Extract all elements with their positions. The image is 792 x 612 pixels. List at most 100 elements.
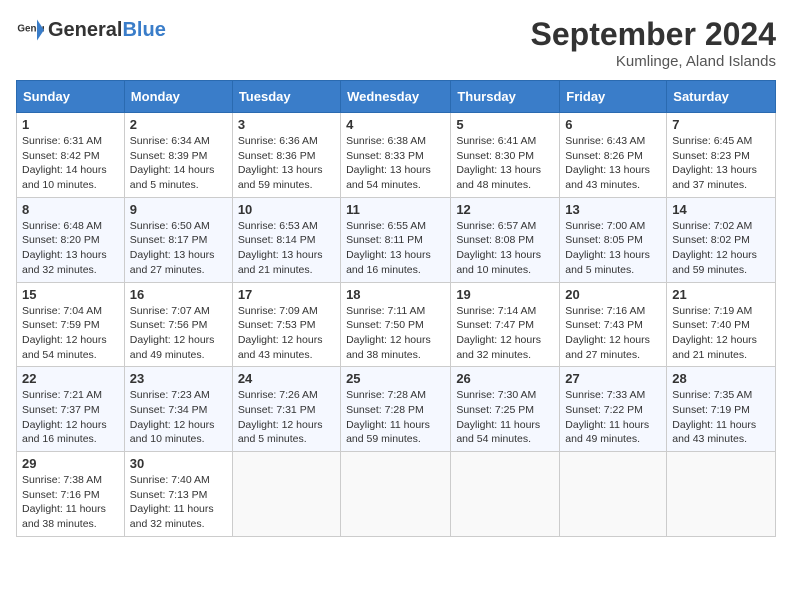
calendar-cell: 26 Sunrise: 7:30 AMSunset: 7:25 PMDayligh…: [451, 367, 560, 452]
day-number: 6: [565, 117, 661, 132]
calendar-cell: [667, 452, 776, 537]
page-header: General GeneralBlue September 2024 Kumli…: [16, 16, 776, 70]
day-info: Sunrise: 6:36 AMSunset: 8:36 PMDaylight:…: [238, 134, 335, 193]
day-number: 19: [456, 287, 554, 302]
day-number: 21: [672, 287, 770, 302]
calendar-cell: 19 Sunrise: 7:14 AMSunset: 7:47 PMDayligh…: [451, 282, 560, 367]
column-header-saturday: Saturday: [667, 81, 776, 113]
day-info: Sunrise: 6:34 AMSunset: 8:39 PMDaylight:…: [130, 134, 227, 193]
day-number: 13: [565, 202, 661, 217]
day-info: Sunrise: 7:07 AMSunset: 7:56 PMDaylight:…: [130, 304, 227, 363]
calendar-cell: 27 Sunrise: 7:33 AMSunset: 7:22 PMDayligh…: [560, 367, 667, 452]
calendar-cell: [341, 452, 451, 537]
day-info: Sunrise: 6:48 AMSunset: 8:20 PMDaylight:…: [22, 219, 119, 278]
day-info: Sunrise: 6:41 AMSunset: 8:30 PMDaylight:…: [456, 134, 554, 193]
day-info: Sunrise: 7:33 AMSunset: 7:22 PMDaylight:…: [565, 388, 661, 447]
day-number: 20: [565, 287, 661, 302]
calendar-cell: 18 Sunrise: 7:11 AMSunset: 7:50 PMDayligh…: [341, 282, 451, 367]
calendar-cell: 15Sunrise: 7:04 AMSunset: 7:59 PMDayligh…: [17, 282, 125, 367]
logo-blue-text: Blue: [122, 19, 165, 41]
calendar-cell: 25 Sunrise: 7:28 AMSunset: 7:28 PMDayligh…: [341, 367, 451, 452]
calendar-cell: 22 Sunrise: 7:21 AMSunset: 7:37 PMDayligh…: [17, 367, 125, 452]
day-number: 25: [346, 371, 445, 386]
day-info: Sunrise: 6:55 AMSunset: 8:11 PMDaylight:…: [346, 219, 445, 278]
calendar-cell: 4Sunrise: 6:38 AMSunset: 8:33 PMDaylight…: [341, 113, 451, 198]
day-info: Sunrise: 7:02 AMSunset: 8:02 PMDaylight:…: [672, 219, 770, 278]
logo-general-text: General: [48, 19, 122, 41]
logo: General GeneralBlue: [16, 16, 166, 44]
day-info: Sunrise: 7:26 AMSunset: 7:31 PMDaylight:…: [238, 388, 335, 447]
day-number: 10: [238, 202, 335, 217]
day-number: 23: [130, 371, 227, 386]
day-number: 28: [672, 371, 770, 386]
column-header-friday: Friday: [560, 81, 667, 113]
day-number: 26: [456, 371, 554, 386]
day-number: 9: [130, 202, 227, 217]
day-number: 3: [238, 117, 335, 132]
day-info: Sunrise: 7:09 AMSunset: 7:53 PMDaylight:…: [238, 304, 335, 363]
day-info: Sunrise: 7:11 AMSunset: 7:50 PMDaylight:…: [346, 304, 445, 363]
day-number: 5: [456, 117, 554, 132]
calendar-cell: [451, 452, 560, 537]
calendar-cell: 10 Sunrise: 6:53 AMSunset: 8:14 PMDayligh…: [232, 197, 340, 282]
calendar-cell: 20 Sunrise: 7:16 AMSunset: 7:43 PMDayligh…: [560, 282, 667, 367]
day-number: 2: [130, 117, 227, 132]
calendar-cell: 9 Sunrise: 6:50 AMSunset: 8:17 PMDaylight…: [124, 197, 232, 282]
day-number: 16: [130, 287, 227, 302]
day-info: Sunrise: 7:40 AMSunset: 7:13 PMDaylight:…: [130, 473, 227, 532]
calendar-week-row: 15Sunrise: 7:04 AMSunset: 7:59 PMDayligh…: [17, 282, 776, 367]
title-area: September 2024 Kumlinge, Aland Islands: [531, 16, 776, 70]
day-info: Sunrise: 6:50 AMSunset: 8:17 PMDaylight:…: [130, 219, 227, 278]
calendar-cell: 24 Sunrise: 7:26 AMSunset: 7:31 PMDayligh…: [232, 367, 340, 452]
day-number: 17: [238, 287, 335, 302]
day-info: Sunrise: 7:16 AMSunset: 7:43 PMDaylight:…: [565, 304, 661, 363]
day-number: 29: [22, 456, 119, 471]
day-number: 14: [672, 202, 770, 217]
calendar-cell: 28Sunrise: 7:35 AMSunset: 7:19 PMDayligh…: [667, 367, 776, 452]
calendar-cell: 1 Sunrise: 6:31 AMSunset: 8:42 PMDaylight…: [17, 113, 125, 198]
day-info: Sunrise: 6:57 AMSunset: 8:08 PMDaylight:…: [456, 219, 554, 278]
day-info: Sunrise: 7:28 AMSunset: 7:28 PMDaylight:…: [346, 388, 445, 447]
column-header-tuesday: Tuesday: [232, 81, 340, 113]
day-info: Sunrise: 7:30 AMSunset: 7:25 PMDaylight:…: [456, 388, 554, 447]
calendar-week-row: 29Sunrise: 7:38 AMSunset: 7:16 PMDayligh…: [17, 452, 776, 537]
day-info: Sunrise: 7:23 AMSunset: 7:34 PMDaylight:…: [130, 388, 227, 447]
day-info: Sunrise: 6:31 AMSunset: 8:42 PMDaylight:…: [22, 134, 119, 193]
day-info: Sunrise: 6:43 AMSunset: 8:26 PMDaylight:…: [565, 134, 661, 193]
calendar-cell: [232, 452, 340, 537]
calendar-table: SundayMondayTuesdayWednesdayThursdayFrid…: [16, 80, 776, 537]
calendar-cell: 17 Sunrise: 7:09 AMSunset: 7:53 PMDayligh…: [232, 282, 340, 367]
calendar-cell: 21 Sunrise: 7:19 AMSunset: 7:40 PMDayligh…: [667, 282, 776, 367]
calendar-cell: 11Sunrise: 6:55 AMSunset: 8:11 PMDayligh…: [341, 197, 451, 282]
calendar-cell: 2 Sunrise: 6:34 AMSunset: 8:39 PMDaylight…: [124, 113, 232, 198]
calendar-cell: 29Sunrise: 7:38 AMSunset: 7:16 PMDayligh…: [17, 452, 125, 537]
calendar-cell: 7 Sunrise: 6:45 AMSunset: 8:23 PMDaylight…: [667, 113, 776, 198]
day-info: Sunrise: 7:00 AMSunset: 8:05 PMDaylight:…: [565, 219, 661, 278]
calendar-week-row: 1 Sunrise: 6:31 AMSunset: 8:42 PMDaylight…: [17, 113, 776, 198]
column-header-thursday: Thursday: [451, 81, 560, 113]
calendar-cell: 3 Sunrise: 6:36 AMSunset: 8:36 PMDaylight…: [232, 113, 340, 198]
calendar-cell: 6 Sunrise: 6:43 AMSunset: 8:26 PMDaylight…: [560, 113, 667, 198]
day-number: 15: [22, 287, 119, 302]
day-info: Sunrise: 7:19 AMSunset: 7:40 PMDaylight:…: [672, 304, 770, 363]
column-header-wednesday: Wednesday: [341, 81, 451, 113]
day-info: Sunrise: 7:14 AMSunset: 7:47 PMDaylight:…: [456, 304, 554, 363]
logo-icon: General: [16, 16, 44, 44]
day-number: 1: [22, 117, 119, 132]
day-number: 4: [346, 117, 445, 132]
calendar-cell: 12Sunrise: 6:57 AMSunset: 8:08 PMDayligh…: [451, 197, 560, 282]
calendar-cell: 30 Sunrise: 7:40 AMSunset: 7:13 PMDayligh…: [124, 452, 232, 537]
day-number: 22: [22, 371, 119, 386]
day-number: 7: [672, 117, 770, 132]
day-info: Sunrise: 6:53 AMSunset: 8:14 PMDaylight:…: [238, 219, 335, 278]
calendar-week-row: 22 Sunrise: 7:21 AMSunset: 7:37 PMDayligh…: [17, 367, 776, 452]
month-title: September 2024: [531, 16, 776, 53]
day-number: 24: [238, 371, 335, 386]
day-number: 18: [346, 287, 445, 302]
day-number: 30: [130, 456, 227, 471]
day-info: Sunrise: 7:21 AMSunset: 7:37 PMDaylight:…: [22, 388, 119, 447]
day-number: 27: [565, 371, 661, 386]
day-info: Sunrise: 6:45 AMSunset: 8:23 PMDaylight:…: [672, 134, 770, 193]
calendar-cell: 5 Sunrise: 6:41 AMSunset: 8:30 PMDaylight…: [451, 113, 560, 198]
calendar-cell: 8Sunrise: 6:48 AMSunset: 8:20 PMDaylight…: [17, 197, 125, 282]
